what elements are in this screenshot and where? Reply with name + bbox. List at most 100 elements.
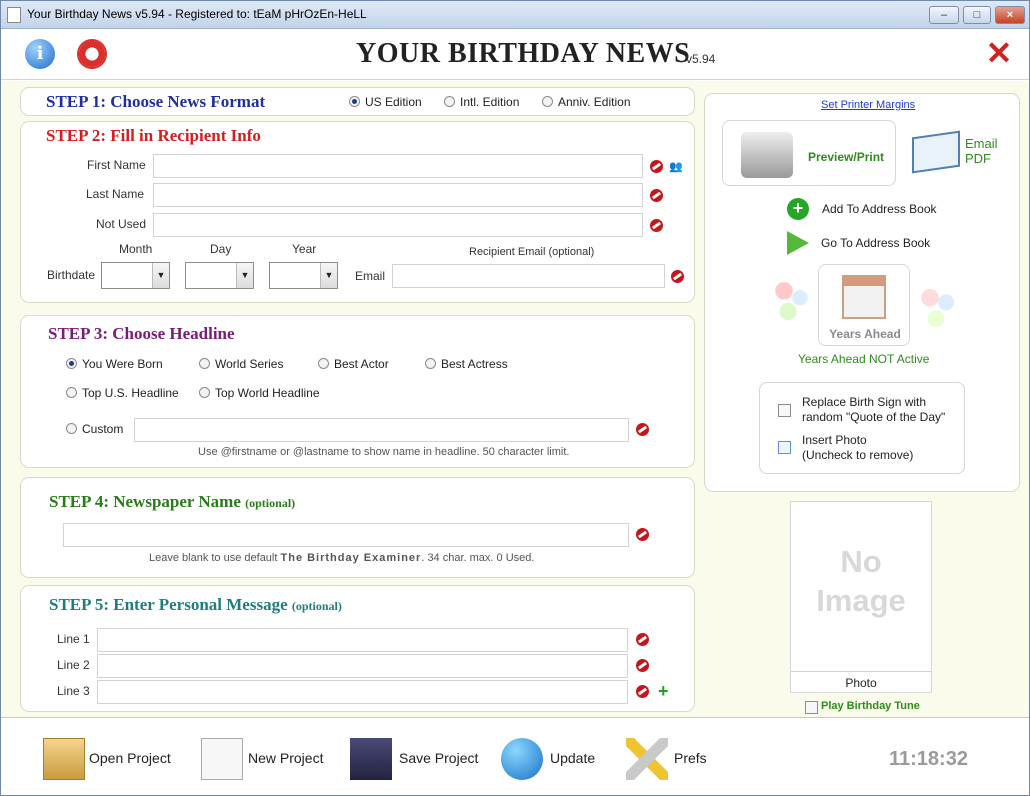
- birth-month-select[interactable]: ▼: [101, 262, 170, 289]
- prefs-button[interactable]: Prefs: [623, 718, 723, 794]
- first-name-label: First Name: [87, 158, 146, 172]
- clear-line1-icon[interactable]: [636, 633, 649, 646]
- step4-title: STEP 4: Newspaper Name (optional): [49, 492, 296, 511]
- clear-newspaper-name-icon[interactable]: [636, 528, 649, 541]
- not-used-input[interactable]: [153, 213, 643, 237]
- clear-email-icon[interactable]: [671, 270, 684, 283]
- step1-title: STEP 1: Choose News Format: [46, 92, 266, 111]
- top-world-headline-radio[interactable]: Top World Headline: [199, 386, 320, 400]
- clear-last-name-icon[interactable]: [650, 189, 663, 202]
- app-icon: [7, 7, 21, 23]
- app-title: YOUR BIRTHDAY NEWS: [356, 38, 691, 69]
- first-name-input[interactable]: [153, 154, 643, 178]
- step5-title: STEP 5: Enter Personal Message (optional…: [49, 595, 342, 614]
- line2-input[interactable]: [97, 654, 628, 678]
- play-birthday-tune-checkbox[interactable]: [805, 701, 818, 714]
- add-to-address-book-button[interactable]: Add To Address Book: [822, 202, 937, 216]
- no-image-placeholder: No Image: [816, 544, 906, 618]
- insert-photo-label: Insert Photo (Uncheck to remove): [802, 433, 914, 462]
- top-us-headline-radio[interactable]: Top U.S. Headline: [66, 386, 179, 400]
- preview-print-button[interactable]: Preview/Print: [722, 120, 896, 186]
- email-input[interactable]: [392, 264, 665, 288]
- set-printer-margins-link[interactable]: Set Printer Margins: [821, 99, 915, 111]
- line1-input[interactable]: [97, 628, 628, 652]
- preview-print-label: Preview/Print: [808, 150, 885, 164]
- birth-year-select[interactable]: ▼: [269, 262, 338, 289]
- minimize-button[interactable]: –: [929, 6, 959, 24]
- add-address-book-icon[interactable]: +: [787, 198, 809, 220]
- clear-not-used-icon[interactable]: [650, 219, 663, 232]
- best-actress-radio[interactable]: Best Actress: [425, 357, 508, 371]
- clear-line3-icon[interactable]: [636, 685, 649, 698]
- years-ahead-button[interactable]: Years Ahead: [818, 264, 910, 346]
- step4-panel: STEP 4: Newspaper Name (optional) Leave …: [20, 477, 695, 578]
- line1-label: Line 1: [57, 632, 90, 646]
- you-were-born-radio[interactable]: You Were Born: [66, 357, 163, 371]
- birthdate-label: Birthdate: [47, 268, 96, 282]
- step5-panel: STEP 5: Enter Personal Message (optional…: [20, 585, 695, 712]
- balloons-right-icon: [918, 284, 958, 330]
- newspaper-hint: Leave blank to use default The Birthday …: [149, 552, 535, 564]
- clear-line2-icon[interactable]: [636, 659, 649, 672]
- new-project-label: New Project: [248, 750, 324, 766]
- prefs-label: Prefs: [674, 750, 707, 766]
- email-envelope-icon[interactable]: [912, 130, 960, 174]
- window-title: Your Birthday News v5.94 - Registered to…: [27, 7, 367, 21]
- replace-birth-sign-label: Replace Birth Sign with random "Quote of …: [802, 395, 946, 424]
- info-icon[interactable]: i: [25, 39, 55, 69]
- clear-custom-headline-icon[interactable]: [636, 423, 649, 436]
- us-edition-radio[interactable]: US Edition: [349, 95, 422, 109]
- printer-icon: [741, 132, 793, 178]
- last-name-label: Last Name: [86, 187, 145, 201]
- save-disk-icon: [350, 738, 392, 780]
- calendar-icon: [842, 275, 886, 319]
- step3-title: STEP 3: Choose Headline: [48, 324, 235, 343]
- replace-birth-sign-checkbox[interactable]: [778, 404, 791, 417]
- year-label: Year: [292, 242, 317, 256]
- clock-display: 11:18:32: [889, 748, 968, 770]
- line3-input[interactable]: [97, 680, 628, 704]
- contacts-icon[interactable]: 👥: [669, 160, 683, 173]
- line3-label: Line 3: [57, 684, 90, 698]
- chevron-down-icon: ▼: [152, 263, 169, 288]
- save-project-label: Save Project: [399, 750, 479, 766]
- email-pdf-label[interactable]: Email PDF: [965, 136, 998, 166]
- options-box: Replace Birth Sign with random "Quote of …: [759, 382, 965, 474]
- save-project-button[interactable]: Save Project: [347, 718, 487, 794]
- app-version: v5.94: [686, 52, 716, 66]
- app-window: Your Birthday News v5.94 - Registered to…: [0, 0, 1030, 796]
- step3-panel: STEP 3: Choose Headline You Were Born Wo…: [20, 315, 695, 468]
- clear-first-name-icon[interactable]: [650, 160, 663, 173]
- maximize-button[interactable]: □: [963, 6, 991, 24]
- anniv-edition-radio[interactable]: Anniv. Edition: [542, 95, 631, 109]
- line2-label: Line 2: [57, 658, 90, 672]
- balloons-left-icon: [772, 277, 812, 323]
- new-project-button[interactable]: New Project: [197, 718, 337, 794]
- update-globe-icon: [501, 738, 543, 780]
- insert-photo-checkbox[interactable]: [778, 441, 791, 454]
- exit-icon[interactable]: ✕: [984, 37, 1014, 69]
- intl-edition-radio[interactable]: Intl. Edition: [444, 95, 519, 109]
- custom-headline-radio[interactable]: Custom: [66, 422, 123, 436]
- close-window-button[interactable]: ×: [995, 6, 1025, 24]
- photo-box[interactable]: No Image Photo: [790, 501, 932, 693]
- help-lifebuoy-icon[interactable]: [77, 39, 107, 69]
- chevron-down-icon: ▼: [236, 263, 253, 288]
- best-actor-radio[interactable]: Best Actor: [318, 357, 389, 371]
- new-document-icon: [201, 738, 243, 780]
- month-label: Month: [119, 242, 153, 256]
- not-used-label: Not Used: [96, 217, 147, 231]
- go-to-address-book-button[interactable]: Go To Address Book: [821, 236, 930, 250]
- go-arrow-icon[interactable]: [787, 231, 809, 255]
- birth-day-select[interactable]: ▼: [185, 262, 254, 289]
- add-line-icon[interactable]: +: [658, 681, 669, 702]
- open-project-button[interactable]: Open Project: [39, 718, 179, 794]
- custom-headline-input[interactable]: [134, 418, 629, 442]
- world-series-radio[interactable]: World Series: [199, 357, 283, 371]
- title-bar: Your Birthday News v5.94 - Registered to…: [1, 1, 1029, 29]
- newspaper-name-input[interactable]: [63, 523, 629, 547]
- last-name-input[interactable]: [153, 183, 643, 207]
- update-button[interactable]: Update: [498, 718, 608, 794]
- photo-label: Photo: [791, 671, 931, 690]
- step1-panel: STEP 1: Choose News Format US Edition In…: [20, 87, 695, 116]
